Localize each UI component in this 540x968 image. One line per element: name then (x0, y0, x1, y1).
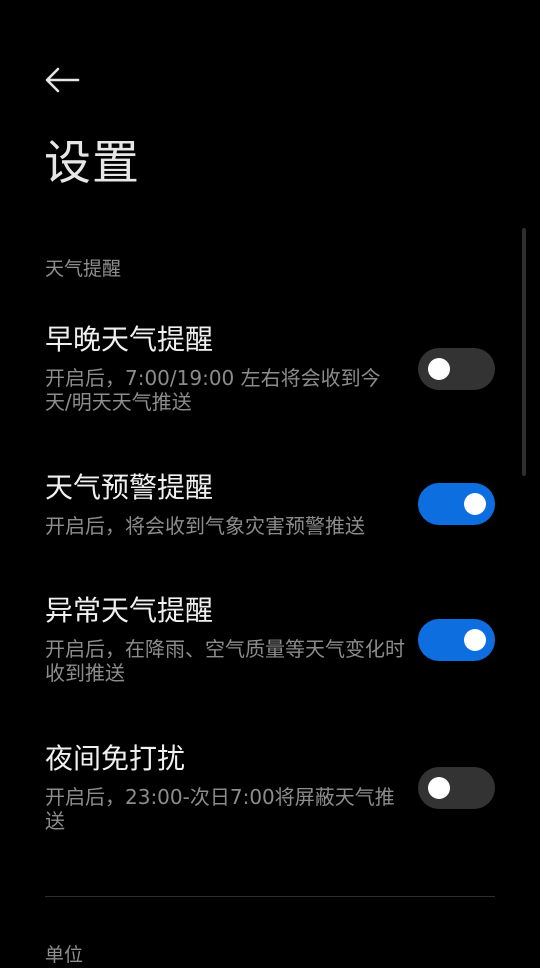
setting-row-warning-reminder[interactable]: 天气预警提醒 开启后，将会收到气象灾害预警推送 (0, 470, 540, 550)
section-header-units: 单位 (45, 944, 84, 966)
night-do-not-disturb-toggle[interactable] (418, 767, 495, 809)
toggle-knob (464, 629, 486, 651)
scrollbar[interactable] (522, 228, 526, 476)
setting-description: 开启后，7:00/19:00 左右将会收到今天/明天天气推送 (45, 366, 381, 414)
morning-evening-reminder-toggle[interactable] (418, 348, 495, 390)
toggle-knob (428, 358, 450, 380)
setting-row-night-do-not-disturb[interactable]: 夜间免打扰 开启后，23:00-次日7:00将屏蔽天气推送 (0, 741, 540, 841)
section-header-weather-reminders: 天气提醒 (45, 258, 122, 280)
setting-description: 开启后，在降雨、空气质量等天气变化时收到推送 (45, 637, 405, 685)
arrow-left-icon (44, 66, 80, 98)
toggle-knob (464, 493, 486, 515)
back-button[interactable] (36, 60, 88, 104)
page-title: 设置 (44, 136, 140, 191)
warning-reminder-toggle[interactable] (418, 483, 495, 525)
section-divider (45, 896, 495, 897)
setting-title: 早晚天气提醒 (45, 323, 214, 356)
setting-title: 异常天气提醒 (45, 594, 214, 627)
setting-title: 天气预警提醒 (45, 471, 214, 504)
toggle-knob (428, 777, 450, 799)
setting-row-abnormal-weather-reminder[interactable]: 异常天气提醒 开启后，在降雨、空气质量等天气变化时收到推送 (0, 593, 540, 693)
setting-row-morning-evening-reminder[interactable]: 早晚天气提醒 开启后，7:00/19:00 左右将会收到今天/明天天气推送 (0, 322, 540, 422)
setting-title: 夜间免打扰 (45, 742, 186, 775)
setting-description: 开启后，将会收到气象灾害预警推送 (45, 514, 365, 538)
abnormal-weather-reminder-toggle[interactable] (418, 619, 495, 661)
setting-description: 开启后，23:00-次日7:00将屏蔽天气推送 (45, 785, 395, 833)
